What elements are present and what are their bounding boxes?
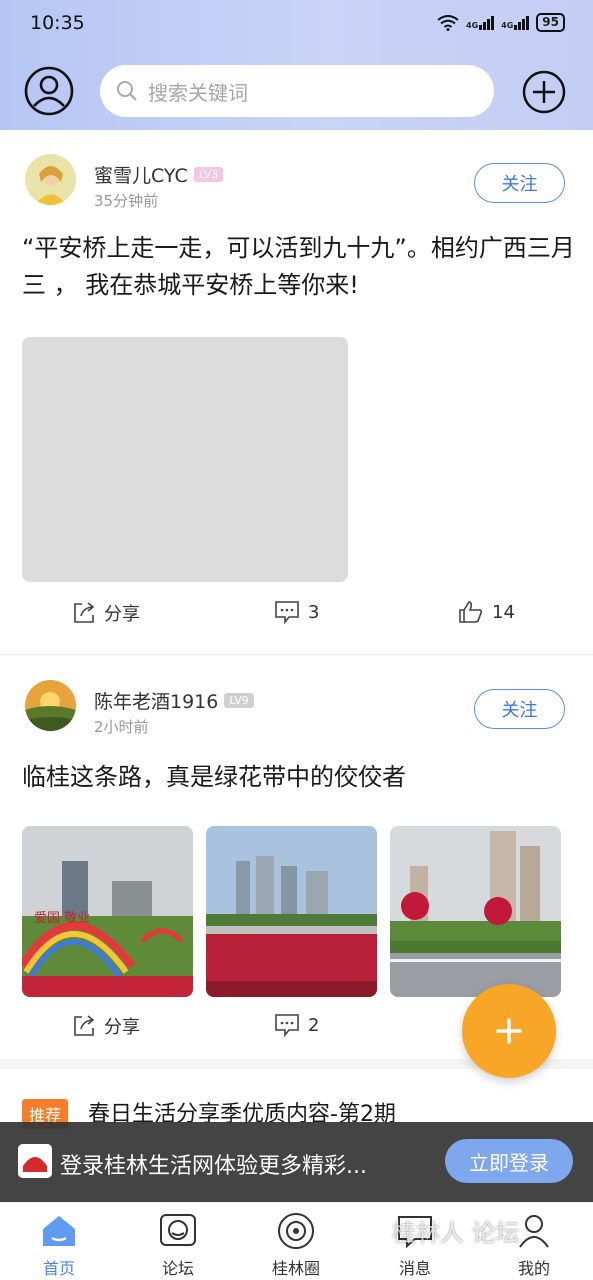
like-count: 14 — [492, 601, 515, 623]
comment-button[interactable]: 3 — [274, 600, 319, 624]
add-post-icon[interactable] — [522, 70, 566, 114]
tab-home-label: 首页 — [42, 1259, 75, 1278]
post-image-rainbow-arch[interactable]: 爱国 敬业 — [22, 826, 193, 997]
login-button[interactable]: 立即登录 — [445, 1139, 573, 1183]
share-icon — [74, 1015, 95, 1036]
watermark: 桂林人 论坛 — [392, 1219, 520, 1247]
comment-icon — [275, 601, 299, 624]
author-avatar[interactable] — [25, 680, 76, 731]
tab-guilin-circle-label: 桂林圈 — [271, 1259, 320, 1278]
circle-icon — [278, 1213, 314, 1249]
level-badge: LV9 — [224, 693, 254, 708]
author-avatar[interactable] — [25, 154, 76, 205]
comment-button[interactable]: 2 — [274, 1013, 319, 1037]
comment-icon — [275, 1014, 299, 1037]
cellular-signal-icon: 4G — [466, 15, 495, 30]
home-icon — [43, 1216, 75, 1246]
post-time: 2小时前 — [94, 718, 149, 736]
share-label: 分享 — [104, 604, 140, 625]
tab-guilin-circle[interactable]: 桂林圈 — [256, 1209, 336, 1278]
tab-home[interactable]: 首页 — [19, 1209, 99, 1278]
post-image-grid: 爱国 敬业 — [22, 826, 561, 997]
post-time: 35分钟前 — [94, 192, 159, 210]
cellular-signal-icon-2: 4G — [501, 15, 530, 30]
search-input[interactable]: 搜索关键词 — [100, 65, 494, 117]
status-time: 10:35 — [30, 12, 85, 34]
comment-count: 3 — [308, 601, 320, 623]
share-button[interactable]: 分享 — [72, 600, 140, 626]
forum-icon — [160, 1214, 196, 1246]
login-banner: 登录桂林生活网体验更多精彩... 立即登录 — [0, 1122, 593, 1202]
post-text[interactable]: 临桂这条路，真是绿花带中的佼佼者 — [22, 759, 577, 796]
login-banner-message: 登录桂林生活网体验更多精彩... — [60, 1154, 367, 1179]
plus-icon — [496, 1018, 522, 1044]
thumbs-up-icon — [459, 601, 483, 623]
tab-messages-label: 消息 — [398, 1259, 431, 1278]
post-image-placeholder[interactable] — [22, 337, 348, 582]
app-logo-icon — [18, 1144, 52, 1178]
follow-button[interactable]: 关注 — [474, 163, 565, 203]
share-label: 分享 — [104, 1017, 140, 1038]
comment-count: 2 — [308, 1014, 320, 1036]
like-button[interactable]: 14 — [458, 600, 515, 624]
follow-button[interactable]: 关注 — [474, 689, 565, 729]
post-image-flower-road[interactable] — [390, 826, 561, 997]
tab-forum[interactable]: 论坛 — [138, 1209, 218, 1278]
level-badge: LV3 — [193, 167, 224, 182]
post-actions: 分享 3 14 — [0, 600, 593, 630]
user-avatar-icon[interactable] — [24, 66, 74, 116]
share-button[interactable]: 分享 — [72, 1013, 140, 1039]
search-placeholder: 搜索关键词 — [148, 80, 248, 105]
battery-icon: 95 — [536, 13, 565, 32]
tab-profile-label: 我的 — [517, 1259, 550, 1278]
post-image-red-hedges[interactable] — [206, 826, 377, 997]
photo-sign-text: 爱国 敬业 — [34, 910, 90, 926]
author-name[interactable]: 陈年老酒1916 — [94, 687, 218, 714]
profile-icon — [519, 1215, 549, 1248]
author-name[interactable]: 蜜雪儿CYC — [94, 161, 188, 188]
post-card[interactable]: 蜜雪儿CYC LV3 35分钟前 关注 “平安桥上走一走，可以活到九十九”。相约… — [0, 130, 593, 655]
top-bar: 10:35 4G 4G 95 搜索关键词 — [0, 0, 593, 130]
share-icon — [74, 602, 95, 623]
search-icon — [117, 81, 137, 101]
tab-forum-label: 论坛 — [161, 1259, 194, 1278]
status-bar: 10:35 4G 4G 95 — [0, 0, 593, 46]
post-text[interactable]: “平安桥上走一走，可以活到九十九”。相约广西三月三 ， 我在恭城平安桥上等你来! — [22, 230, 577, 304]
create-post-fab[interactable] — [462, 984, 556, 1078]
wifi-icon — [437, 14, 459, 31]
